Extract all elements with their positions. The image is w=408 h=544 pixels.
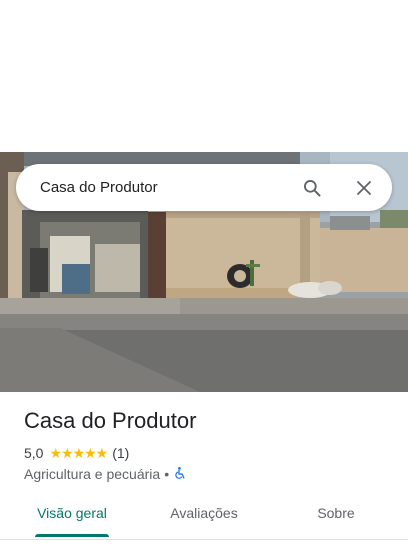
review-count[interactable]: (1) xyxy=(112,445,129,461)
search-button[interactable] xyxy=(300,176,324,200)
rating-row[interactable]: 5,0 ★★★★★ (1) xyxy=(24,444,129,462)
search-bar[interactable]: Casa do Produtor xyxy=(16,164,392,211)
place-category: Agricultura e pecuária xyxy=(24,466,161,482)
search-input[interactable]: Casa do Produtor xyxy=(40,179,300,196)
tab-about[interactable]: Sobre xyxy=(284,496,388,536)
wheelchair-icon xyxy=(173,466,186,483)
place-tabs: Visão geral Avaliações Sobre xyxy=(0,496,408,540)
active-tab-indicator xyxy=(35,534,109,537)
close-icon xyxy=(357,180,371,195)
star-rating: ★★★★★ xyxy=(49,444,108,461)
close-button[interactable] xyxy=(352,176,376,200)
rating-value: 5,0 xyxy=(24,445,44,461)
place-title: Casa do Produtor xyxy=(24,408,197,433)
search-icon xyxy=(304,179,321,196)
tab-reviews[interactable]: Avaliações xyxy=(152,496,256,536)
separator-dot: • xyxy=(164,466,170,482)
tab-overview[interactable]: Visão geral xyxy=(20,496,124,536)
category-row: Agricultura e pecuária • xyxy=(24,465,186,483)
